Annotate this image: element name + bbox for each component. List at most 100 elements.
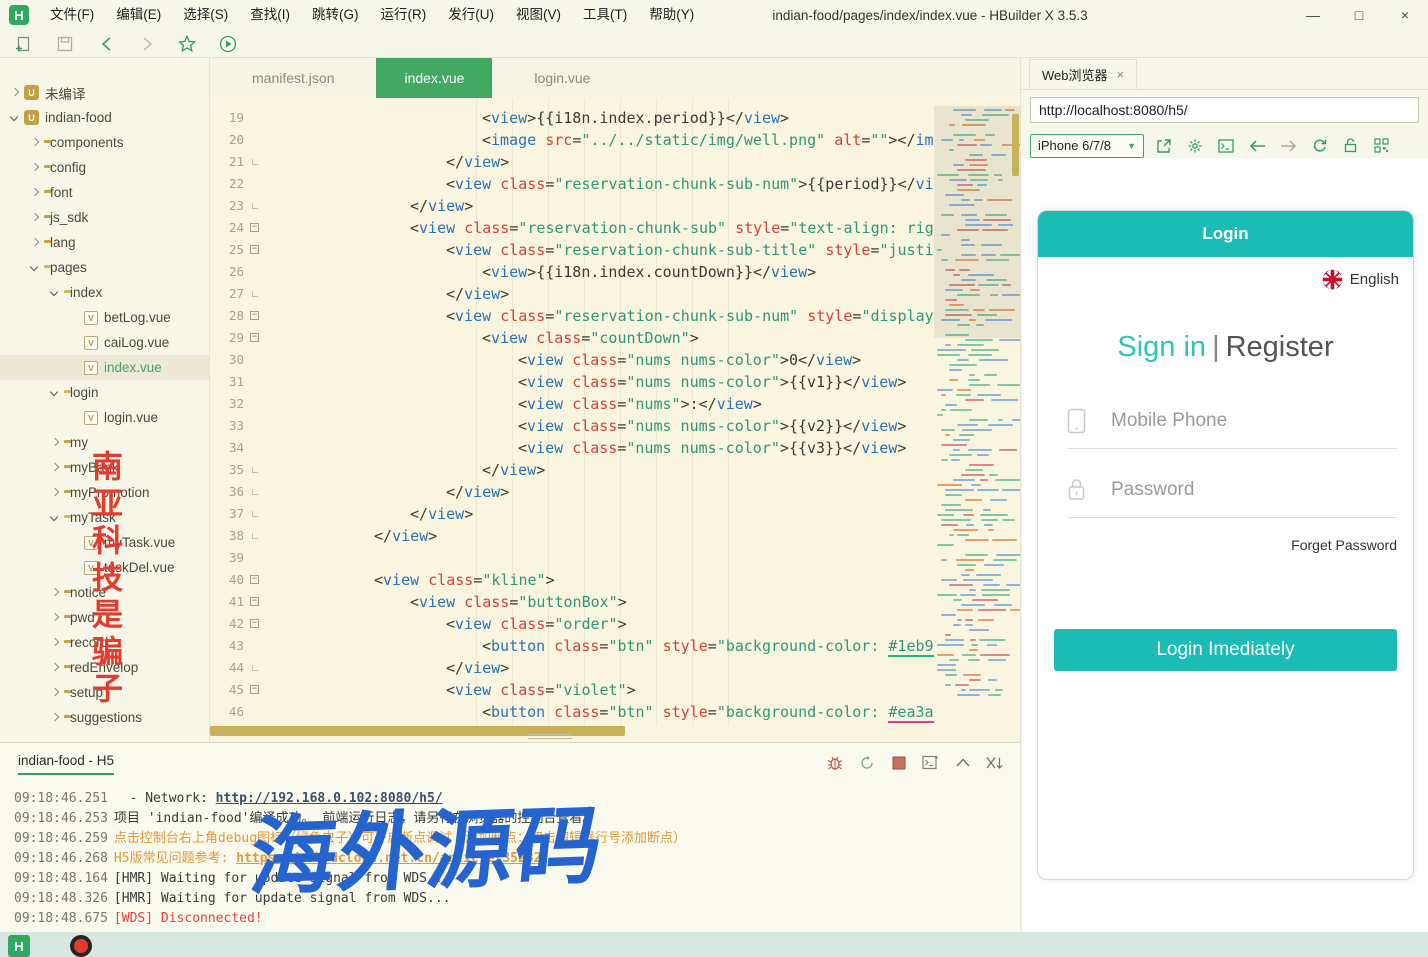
device-select[interactable]: iPhone 6/7/8 ▼ xyxy=(1030,134,1144,158)
browser-tab-bar: Web浏览器 × xyxy=(1021,58,1428,90)
tree-item-redenvelop[interactable]: redEnvelop xyxy=(0,655,209,680)
fold-collapse-icon[interactable]: − xyxy=(250,333,259,342)
tree-item-setup[interactable]: setup xyxy=(0,680,209,705)
menu-item[interactable]: 文件(F) xyxy=(39,0,105,30)
log-text: 点击控制台右上角debug图标（绿色虫子）可开启断点调试（添加断点：双击编辑器行… xyxy=(114,831,686,846)
settings-gear-icon[interactable] xyxy=(1184,135,1206,157)
address-bar[interactable] xyxy=(1030,97,1419,123)
browser-tab[interactable]: Web浏览器 × xyxy=(1029,59,1137,89)
fold-collapse-icon[interactable]: − xyxy=(250,685,259,694)
log-link[interactable]: https://ask.dcloud.net.cn/article/35232 xyxy=(236,851,541,866)
mobile-phone-field[interactable]: Mobile Phone xyxy=(1066,408,1227,434)
fold-collapse-icon[interactable]: − xyxy=(250,311,259,320)
taskbar-recorder-icon[interactable] xyxy=(70,935,92,957)
tree-item-font[interactable]: font xyxy=(0,180,209,205)
fold-collapse-icon[interactable]: − xyxy=(250,223,259,232)
back-icon[interactable] xyxy=(96,33,118,55)
editor-tab-index-vue[interactable]: index.vue xyxy=(376,58,492,98)
star-icon[interactable] xyxy=(176,33,198,55)
tree-item-mytask-vue[interactable]: VmyTask.vue xyxy=(0,530,209,555)
menu-item[interactable]: 编辑(E) xyxy=(105,0,172,30)
password-field[interactable]: Password xyxy=(1066,477,1194,503)
tree-item-label: pwd xyxy=(70,610,95,625)
save-icon[interactable] xyxy=(54,33,76,55)
editor-tab-login-vue[interactable]: login.vue xyxy=(506,58,618,98)
clear-console-icon[interactable] xyxy=(985,753,1004,772)
tree-item-components[interactable]: components xyxy=(0,130,209,155)
debug-bug-icon[interactable] xyxy=(825,753,844,772)
signin-link[interactable]: Sign in xyxy=(1117,331,1206,363)
fold-collapse-icon[interactable]: − xyxy=(250,619,259,628)
maximize-button[interactable]: □ xyxy=(1336,0,1382,30)
minimap[interactable] xyxy=(934,98,1020,726)
code-line: 23</view> xyxy=(210,195,1020,217)
language-switch[interactable]: English xyxy=(1322,269,1399,290)
log-text: - Network: xyxy=(114,791,216,806)
tree-item--[interactable]: U未编译 xyxy=(0,80,209,105)
menu-item[interactable]: 视图(V) xyxy=(505,0,572,30)
new-file-icon[interactable] xyxy=(12,33,34,55)
qr-code-icon[interactable] xyxy=(1370,135,1392,157)
tree-item-mypromotion[interactable]: myPromotion xyxy=(0,480,209,505)
stop-icon[interactable] xyxy=(889,753,908,772)
minimap-viewport xyxy=(934,106,1020,338)
forward-icon[interactable] xyxy=(136,33,158,55)
editor-tab-manifest-json[interactable]: manifest.json xyxy=(224,58,362,98)
menu-item[interactable]: 查找(I) xyxy=(239,0,301,30)
tree-item-login-vue[interactable]: Vlogin.vue xyxy=(0,405,209,430)
nav-forward-icon[interactable] xyxy=(1277,135,1299,157)
tree-item-mybank[interactable]: myBank xyxy=(0,455,209,480)
fold-collapse-icon[interactable]: − xyxy=(250,597,259,606)
tree-item-pwd[interactable]: pwd xyxy=(0,605,209,630)
menu-item[interactable]: 工具(T) xyxy=(572,0,638,30)
register-link[interactable]: Register xyxy=(1226,331,1334,363)
forget-password-link[interactable]: Forget Password xyxy=(1291,537,1397,553)
tree-item-index[interactable]: index xyxy=(0,280,209,305)
taskbar-hbuilder-icon[interactable]: H xyxy=(8,935,30,957)
refresh-icon[interactable] xyxy=(1308,135,1330,157)
code-line: 29−<view class="countDown"> xyxy=(210,327,1020,349)
code-line: 46<button class="btn" style="background-… xyxy=(210,701,1020,723)
code-line: 32<view class="nums">:</view> xyxy=(210,393,1020,415)
tree-item-pages[interactable]: pages xyxy=(0,255,209,280)
tree-item-suggestions[interactable]: suggestions xyxy=(0,705,209,730)
tree-item-taskdel-vue[interactable]: VtaskDel.vue xyxy=(0,555,209,580)
console-tab[interactable]: indian-food - H5 xyxy=(18,753,114,775)
menu-item[interactable]: 帮助(Y) xyxy=(638,0,705,30)
tree-item-index-vue[interactable]: Vindex.vue xyxy=(0,355,209,380)
login-immediately-button[interactable]: Login Imediately xyxy=(1054,629,1397,671)
tree-item-record[interactable]: record xyxy=(0,630,209,655)
tree-item-config[interactable]: config xyxy=(0,155,209,180)
open-external-icon[interactable] xyxy=(1153,135,1175,157)
log-link[interactable]: http://192.168.0.102:8080/h5/ xyxy=(216,791,443,806)
collapse-panel-icon[interactable] xyxy=(953,753,972,772)
code-area[interactable]: 19<view>{{i18n.index.period}}</view>20<i… xyxy=(210,98,1020,726)
tree-item-betlog-vue[interactable]: VbetLog.vue xyxy=(0,305,209,330)
lock-icon[interactable] xyxy=(1339,135,1361,157)
tree-item-lang[interactable]: lang xyxy=(0,230,209,255)
close-button[interactable]: × xyxy=(1382,0,1428,30)
tree-item-label: lang xyxy=(50,235,76,250)
restart-icon[interactable] xyxy=(857,753,876,772)
nav-back-icon[interactable] xyxy=(1246,135,1268,157)
run-icon[interactable] xyxy=(217,33,239,55)
tree-item-indian-food[interactable]: Uindian-food xyxy=(0,105,209,130)
editor-vertical-scrollbar-thumb[interactable] xyxy=(1012,114,1019,176)
menu-item[interactable]: 跳转(G) xyxy=(301,0,370,30)
close-icon[interactable]: × xyxy=(1117,67,1125,82)
menu-item[interactable]: 选择(S) xyxy=(172,0,239,30)
tree-item-notice[interactable]: notice xyxy=(0,580,209,605)
tree-item-my[interactable]: my xyxy=(0,430,209,455)
tree-item-cailog-vue[interactable]: VcaiLog.vue xyxy=(0,330,209,355)
fold-collapse-icon[interactable]: − xyxy=(250,245,259,254)
new-console-icon[interactable] xyxy=(921,753,940,772)
fold-collapse-icon[interactable]: − xyxy=(250,575,259,584)
tree-item-js_sdk[interactable]: js_sdk xyxy=(0,205,209,230)
console-terminal-icon[interactable] xyxy=(1215,135,1237,157)
minimize-button[interactable]: — xyxy=(1290,0,1336,30)
editor-horizontal-scrollbar[interactable] xyxy=(210,726,1020,736)
menu-item[interactable]: 运行(R) xyxy=(370,0,438,30)
menu-item[interactable]: 发行(U) xyxy=(437,0,505,30)
tree-item-login[interactable]: login xyxy=(0,380,209,405)
tree-item-mytask[interactable]: myTask xyxy=(0,505,209,530)
